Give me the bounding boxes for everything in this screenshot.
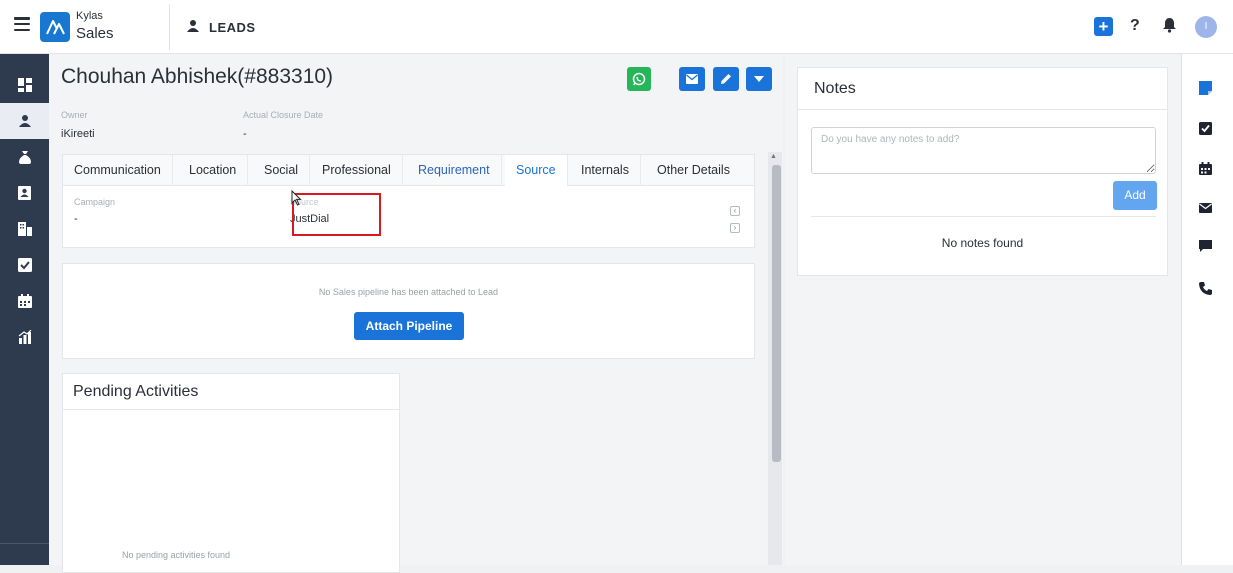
whatsapp-icon bbox=[632, 72, 646, 86]
notes-panel: Notes Add No notes found bbox=[785, 54, 1181, 565]
pending-activities-card: Pending Activities No pending activities… bbox=[62, 373, 400, 573]
envelope-icon bbox=[686, 74, 698, 84]
tab-requirement[interactable]: Requirement bbox=[407, 155, 502, 186]
plus-icon[interactable]: + bbox=[1094, 17, 1113, 36]
brand-name: Kylas bbox=[76, 10, 103, 22]
campaign-label: Campaign bbox=[74, 197, 116, 207]
whatsapp-button[interactable] bbox=[627, 67, 651, 91]
dashboard-icon[interactable] bbox=[0, 67, 49, 103]
edit-button[interactable] bbox=[713, 67, 739, 91]
user-icon bbox=[186, 19, 200, 38]
pending-activities-header: Pending Activities bbox=[63, 374, 399, 410]
notes-icon[interactable] bbox=[1196, 79, 1214, 97]
deals-icon[interactable] bbox=[0, 139, 49, 175]
chat-icon[interactable] bbox=[1196, 237, 1214, 255]
tab-internals[interactable]: Internals bbox=[570, 155, 641, 186]
notes-input[interactable] bbox=[811, 127, 1156, 174]
top-bar: Kylas Sales LEADS + ? I bbox=[0, 0, 1233, 54]
left-sidebar bbox=[0, 54, 49, 565]
closure-date-value: - bbox=[243, 128, 247, 140]
lead-detail-panel: Chouhan Abhishek(#883310) Owner iKireeti… bbox=[49, 54, 783, 573]
page-title: LEADS bbox=[209, 20, 256, 35]
tab-social[interactable]: Social bbox=[253, 155, 311, 186]
avatar[interactable]: I bbox=[1195, 16, 1217, 38]
help-icon[interactable]: ? bbox=[1130, 17, 1140, 35]
add-note-button[interactable]: Add bbox=[1113, 181, 1157, 210]
chevron-right-icon[interactable]: › bbox=[730, 223, 740, 233]
no-pipeline-message: No Sales pipeline has been attached to L… bbox=[318, 287, 499, 297]
tasks-icon[interactable] bbox=[1196, 119, 1214, 137]
lead-title: Chouhan Abhishek(#883310) bbox=[61, 65, 334, 88]
scroll-up-icon[interactable]: ▲ bbox=[770, 153, 777, 160]
more-actions-dropdown[interactable] bbox=[746, 67, 772, 91]
tab-bar: Communication Location Social Profession… bbox=[63, 155, 754, 186]
notes-title: Notes bbox=[814, 80, 856, 97]
sidebar-divider bbox=[0, 543, 49, 544]
campaign-value: - bbox=[74, 213, 78, 225]
calendar-icon[interactable] bbox=[0, 283, 49, 319]
bell-icon[interactable] bbox=[1162, 17, 1177, 38]
source-highlight-box bbox=[292, 193, 381, 236]
pending-activities-title: Pending Activities bbox=[73, 383, 199, 400]
tab-source[interactable]: Source bbox=[505, 155, 568, 186]
owner-label: Owner bbox=[61, 110, 88, 120]
phone-icon[interactable] bbox=[1196, 279, 1214, 297]
menu-icon[interactable] bbox=[14, 17, 30, 31]
pencil-icon bbox=[721, 74, 731, 84]
closure-date-label: Actual Closure Date bbox=[243, 110, 324, 120]
owner-value: iKireeti bbox=[61, 128, 95, 140]
tab-communication[interactable]: Communication bbox=[63, 155, 173, 186]
email-icon[interactable] bbox=[1196, 199, 1214, 217]
no-notes-message: No notes found bbox=[941, 236, 1024, 250]
notes-header: Notes bbox=[798, 68, 1167, 110]
email-button[interactable] bbox=[679, 67, 705, 91]
notes-card: Notes Add No notes found bbox=[797, 67, 1168, 276]
leads-icon[interactable] bbox=[0, 103, 49, 139]
companies-icon[interactable] bbox=[0, 211, 49, 247]
kylas-logo[interactable] bbox=[40, 12, 70, 42]
caret-down-icon bbox=[754, 76, 764, 82]
right-rail bbox=[1182, 54, 1233, 565]
reports-icon[interactable] bbox=[0, 319, 49, 355]
topbar-divider bbox=[169, 4, 170, 50]
product-name: Sales bbox=[76, 25, 114, 42]
pipeline-card: No Sales pipeline has been attached to L… bbox=[62, 263, 755, 359]
tasks-icon[interactable] bbox=[0, 247, 49, 283]
mouse-cursor-icon bbox=[291, 189, 302, 211]
attach-pipeline-button[interactable]: Attach Pipeline bbox=[354, 312, 464, 340]
contacts-icon[interactable] bbox=[0, 175, 49, 211]
scrollbar-thumb[interactable] bbox=[772, 165, 781, 462]
chevron-left-icon[interactable]: ‹ bbox=[730, 206, 740, 216]
no-pending-activities-message: No pending activities found bbox=[121, 550, 231, 560]
notes-divider bbox=[811, 216, 1156, 217]
details-tabs-card: Communication Location Social Profession… bbox=[62, 154, 755, 248]
calendar-icon[interactable] bbox=[1196, 159, 1214, 177]
tab-other-details[interactable]: Other Details bbox=[646, 155, 741, 186]
tab-professional[interactable]: Professional bbox=[311, 155, 403, 186]
tab-location[interactable]: Location bbox=[178, 155, 249, 186]
